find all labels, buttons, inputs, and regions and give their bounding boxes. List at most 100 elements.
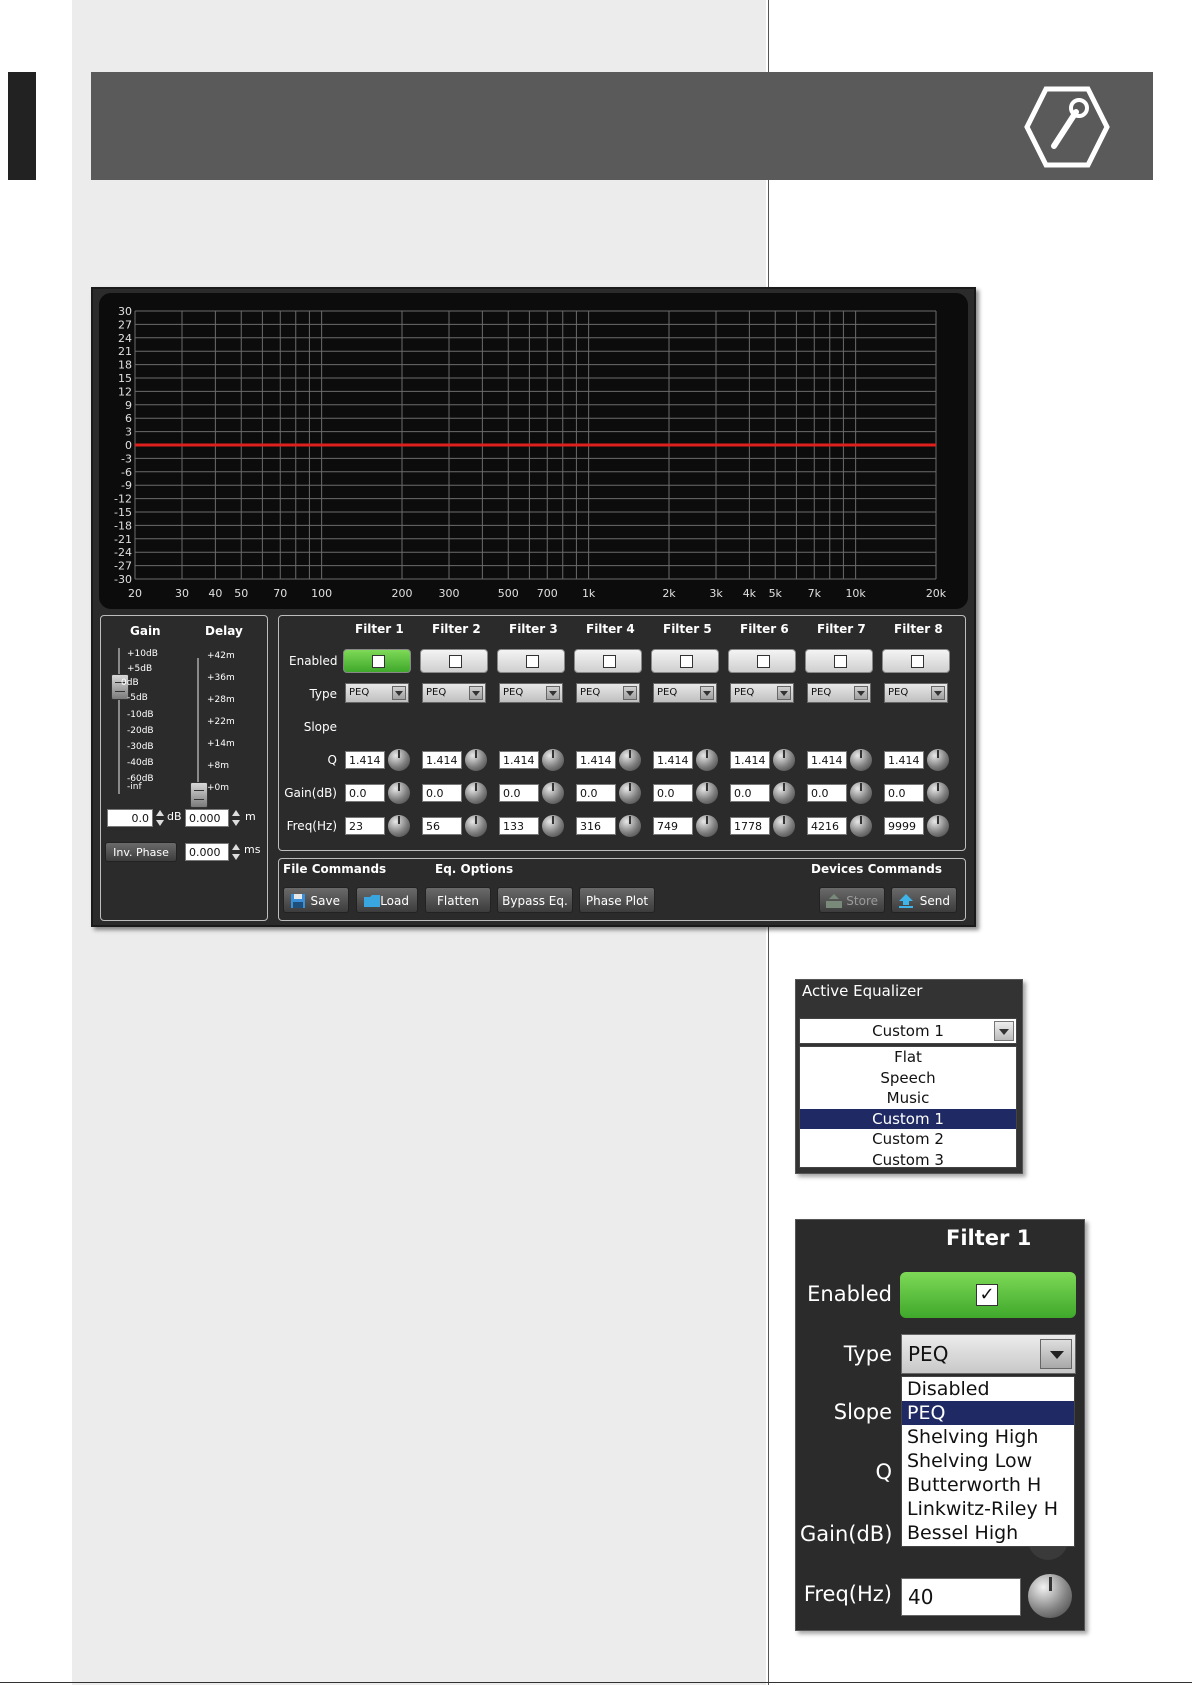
- chevron-down-icon[interactable]: [623, 686, 637, 700]
- filter-gain-field[interactable]: 0.0: [345, 784, 385, 802]
- filter-type-option[interactable]: Butterworth H: [902, 1473, 1074, 1497]
- filter-gain-field[interactable]: 0.0: [884, 784, 924, 802]
- filter-gain-field[interactable]: 0.0: [730, 784, 770, 802]
- active-equalizer-option[interactable]: Custom 1: [800, 1108, 1016, 1129]
- send-button[interactable]: Send: [891, 887, 957, 913]
- checkbox-icon[interactable]: [911, 655, 924, 668]
- filter-type-option[interactable]: Linkwitz-Riley H: [902, 1497, 1074, 1521]
- filter-freq-field[interactable]: 4216: [807, 817, 847, 835]
- filter1-freq-field[interactable]: 40: [901, 1578, 1021, 1616]
- bypass-eq-button[interactable]: Bypass Eq.: [497, 887, 573, 913]
- filter-enabled-toggle[interactable]: [728, 649, 796, 673]
- filter-type-select[interactable]: PEQ: [422, 683, 486, 703]
- delay-ms-field[interactable]: 0.000: [185, 843, 229, 861]
- flatten-button[interactable]: Flatten: [425, 887, 491, 913]
- filter-freq-knob[interactable]: [696, 815, 718, 837]
- filter-type-select[interactable]: PEQ: [730, 683, 794, 703]
- filter-freq-knob[interactable]: [388, 815, 410, 837]
- filter-enabled-toggle[interactable]: [343, 649, 411, 673]
- delay-ms-spinner-icon[interactable]: [231, 843, 241, 861]
- checkbox-icon[interactable]: [757, 655, 770, 668]
- filter-q-field[interactable]: 1.414: [422, 751, 462, 769]
- filter-freq-knob[interactable]: [542, 815, 564, 837]
- filter-enabled-toggle[interactable]: [805, 649, 873, 673]
- filter-type-option[interactable]: Shelving High: [902, 1425, 1074, 1449]
- filter-enabled-toggle[interactable]: [882, 649, 950, 673]
- chevron-down-icon[interactable]: [994, 1021, 1014, 1041]
- delay-slider-track[interactable]: [197, 658, 199, 794]
- active-equalizer-select[interactable]: Custom 1: [799, 1018, 1017, 1044]
- filter-freq-field[interactable]: 316: [576, 817, 616, 835]
- active-equalizer-option[interactable]: Speech: [800, 1068, 1016, 1089]
- filter-q-field[interactable]: 1.414: [884, 751, 924, 769]
- filter-enabled-toggle[interactable]: [574, 649, 642, 673]
- filter-type-option[interactable]: Shelving Low: [902, 1449, 1074, 1473]
- filter-freq-field[interactable]: 133: [499, 817, 539, 835]
- filter-gain-knob[interactable]: [542, 782, 564, 804]
- filter-gain-knob[interactable]: [927, 782, 949, 804]
- load-button[interactable]: Load: [356, 887, 418, 913]
- active-equalizer-option[interactable]: Custom 2: [800, 1129, 1016, 1150]
- checkbox-checked-icon[interactable]: ✓: [976, 1284, 998, 1306]
- chevron-down-icon[interactable]: [931, 686, 945, 700]
- filter-gain-field[interactable]: 0.0: [807, 784, 847, 802]
- filter-gain-field[interactable]: 0.0: [653, 784, 693, 802]
- chevron-down-icon[interactable]: [700, 686, 714, 700]
- filter-q-knob[interactable]: [619, 749, 641, 771]
- filter-gain-knob[interactable]: [850, 782, 872, 804]
- filter-q-field[interactable]: 1.414: [345, 751, 385, 769]
- save-button[interactable]: Save: [283, 887, 349, 913]
- checkbox-icon[interactable]: [680, 655, 693, 668]
- checkbox-icon[interactable]: [372, 655, 385, 668]
- checkbox-icon[interactable]: [603, 655, 616, 668]
- filter-type-option[interactable]: Bessel High: [902, 1521, 1074, 1545]
- filter-type-select[interactable]: PEQ: [884, 683, 948, 703]
- chevron-down-icon[interactable]: [469, 686, 483, 700]
- filter-q-knob[interactable]: [696, 749, 718, 771]
- filter-q-field[interactable]: 1.414: [653, 751, 693, 769]
- chevron-down-icon[interactable]: [546, 686, 560, 700]
- filter-q-knob[interactable]: [542, 749, 564, 771]
- filter-freq-field[interactable]: 56: [422, 817, 462, 835]
- filter1-freq-knob[interactable]: [1028, 1574, 1072, 1618]
- gain-value-field[interactable]: 0.0: [107, 809, 153, 827]
- filter-q-knob[interactable]: [465, 749, 487, 771]
- filter-gain-field[interactable]: 0.0: [576, 784, 616, 802]
- filter-freq-knob[interactable]: [773, 815, 795, 837]
- active-equalizer-option[interactable]: Music: [800, 1088, 1016, 1109]
- delay-slider-thumb[interactable]: [190, 782, 208, 808]
- filter-type-option[interactable]: PEQ: [902, 1401, 1074, 1425]
- chevron-down-icon[interactable]: [1040, 1339, 1072, 1369]
- filter-type-select[interactable]: PEQ: [345, 683, 409, 703]
- filter-q-knob[interactable]: [773, 749, 795, 771]
- delay-m-spinner-icon[interactable]: [231, 809, 241, 827]
- store-button[interactable]: Store: [819, 887, 885, 913]
- filter-q-knob[interactable]: [850, 749, 872, 771]
- phase-plot-button[interactable]: Phase Plot: [579, 887, 655, 913]
- filter-type-option[interactable]: Disabled: [902, 1377, 1074, 1401]
- filter-freq-field[interactable]: 1778: [730, 817, 770, 835]
- filter-gain-field[interactable]: 0.0: [422, 784, 462, 802]
- filter-gain-knob[interactable]: [388, 782, 410, 804]
- filter-q-knob[interactable]: [927, 749, 949, 771]
- active-equalizer-option[interactable]: Flat: [800, 1047, 1016, 1068]
- chevron-down-icon[interactable]: [392, 686, 406, 700]
- filter-freq-knob[interactable]: [850, 815, 872, 837]
- filter-q-field[interactable]: 1.414: [807, 751, 847, 769]
- filter-gain-knob[interactable]: [773, 782, 795, 804]
- filter-type-select[interactable]: PEQ: [807, 683, 871, 703]
- filter-type-select[interactable]: PEQ: [576, 683, 640, 703]
- filter-q-field[interactable]: 1.414: [576, 751, 616, 769]
- active-equalizer-option[interactable]: Custom 3: [800, 1150, 1016, 1171]
- chevron-down-icon[interactable]: [854, 686, 868, 700]
- filter-freq-field[interactable]: 9999: [884, 817, 924, 835]
- checkbox-icon[interactable]: [834, 655, 847, 668]
- checkbox-icon[interactable]: [449, 655, 462, 668]
- gain-slider-track[interactable]: [118, 648, 120, 794]
- filter-freq-field[interactable]: 23: [345, 817, 385, 835]
- filter-enabled-toggle[interactable]: [497, 649, 565, 673]
- filter-freq-knob[interactable]: [927, 815, 949, 837]
- filter-q-field[interactable]: 1.414: [730, 751, 770, 769]
- filter-freq-knob[interactable]: [619, 815, 641, 837]
- delay-m-field[interactable]: 0.000: [185, 809, 229, 827]
